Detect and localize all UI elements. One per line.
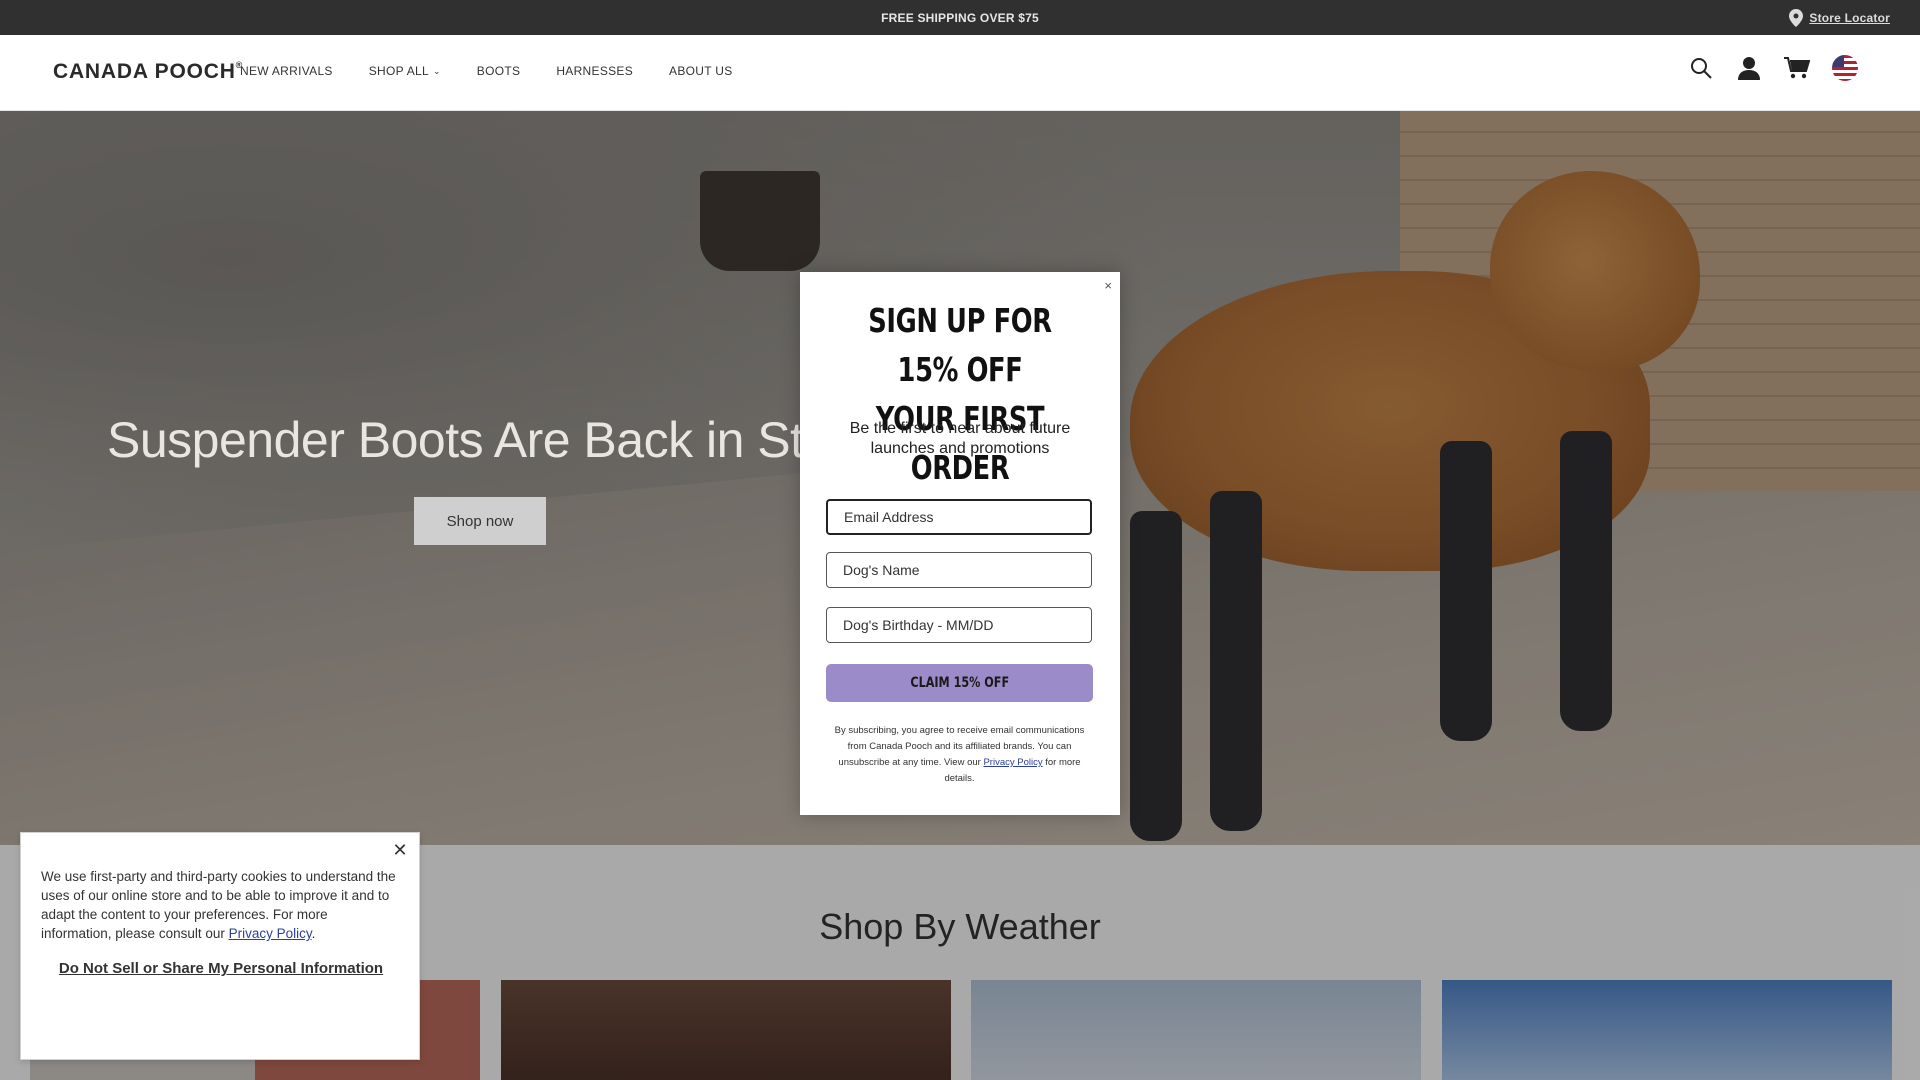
shop-now-button[interactable]: Shop now	[414, 497, 546, 545]
nav-boots-label: BOOTS	[476, 64, 521, 78]
signup-modal: × SIGN UP FOR 15% OFF YOUR FIRST ORDER B…	[800, 272, 1120, 815]
announcement-text: FREE SHIPPING OVER $75	[881, 10, 1039, 25]
cart-icon[interactable]	[1784, 55, 1810, 81]
nav-harnesses-label: HARNESSES	[556, 64, 634, 78]
modal-legal-text: By subscribing, you agree to receive ema…	[826, 723, 1093, 787]
modal-subtitle: Be the first to hear about future launch…	[849, 420, 1071, 457]
header-icons	[1688, 55, 1858, 81]
store-locator-link[interactable]: Store Locator	[1789, 0, 1890, 35]
modal-title-line1: SIGN UP FOR 15% OFF	[868, 301, 1052, 389]
flag-shape	[1832, 55, 1858, 81]
store-locator-label: Store Locator	[1809, 10, 1890, 25]
search-icon[interactable]	[1688, 55, 1714, 81]
nav-shop-all[interactable]: SHOP ALL ⌄	[369, 64, 441, 78]
hero-title: Suspender Boots Are Back in Stock	[107, 412, 880, 468]
us-flag-icon[interactable]	[1832, 55, 1858, 81]
announcement-bar: FREE SHIPPING OVER $75 Store Locator	[0, 0, 1920, 35]
dog-birthday-field[interactable]	[826, 607, 1092, 643]
location-pin-icon	[1789, 8, 1804, 27]
chevron-down-icon: ⌄	[432, 65, 441, 76]
nav-about-us-label: ABOUT US	[669, 64, 733, 78]
account-icon[interactable]	[1736, 55, 1762, 81]
nav-new-arrivals[interactable]: NEW ARRIVALS	[240, 64, 333, 78]
claim-label: CLAIM 15% OFF	[910, 675, 1009, 691]
dog-name-field[interactable]	[826, 552, 1092, 588]
modal-title: SIGN UP FOR 15% OFF YOUR FIRST ORDER	[835, 296, 1085, 492]
cookie-message: We use first-party and third-party cooki…	[41, 869, 396, 941]
cookie-privacy-link[interactable]: Privacy Policy	[229, 926, 312, 941]
nav-boots[interactable]: BOOTS	[477, 64, 521, 78]
site-logo[interactable]: CANADA POOCH®	[53, 60, 243, 84]
nav-about-us[interactable]: ABOUT US	[669, 64, 733, 78]
cookie-text: We use first-party and third-party cooki…	[41, 869, 396, 941]
nav-harnesses[interactable]: HARNESSES	[556, 64, 633, 78]
site-header: CANADA POOCH® NEW ARRIVALS SHOP ALL ⌄ BOO…	[0, 35, 1920, 111]
email-field[interactable]	[826, 499, 1092, 535]
nav-shop-all-label: SHOP ALL	[368, 64, 429, 78]
modal-privacy-link[interactable]: Privacy Policy	[983, 757, 1042, 768]
logo-text: CANADA POOCH	[53, 60, 236, 83]
close-icon[interactable]: ×	[1104, 278, 1112, 293]
cookie-banner: ✕ We use first-party and third-party coo…	[20, 832, 420, 1060]
nav-new-arrivals-label: NEW ARRIVALS	[240, 64, 333, 78]
do-not-sell-link[interactable]: Do Not Sell or Share My Personal Informa…	[41, 958, 401, 979]
claim-discount-button[interactable]: CLAIM 15% OFF	[826, 664, 1093, 702]
close-icon[interactable]: ✕	[389, 839, 411, 861]
main-nav: NEW ARRIVALS SHOP ALL ⌄ BOOTS HARNESSES A…	[240, 64, 733, 78]
